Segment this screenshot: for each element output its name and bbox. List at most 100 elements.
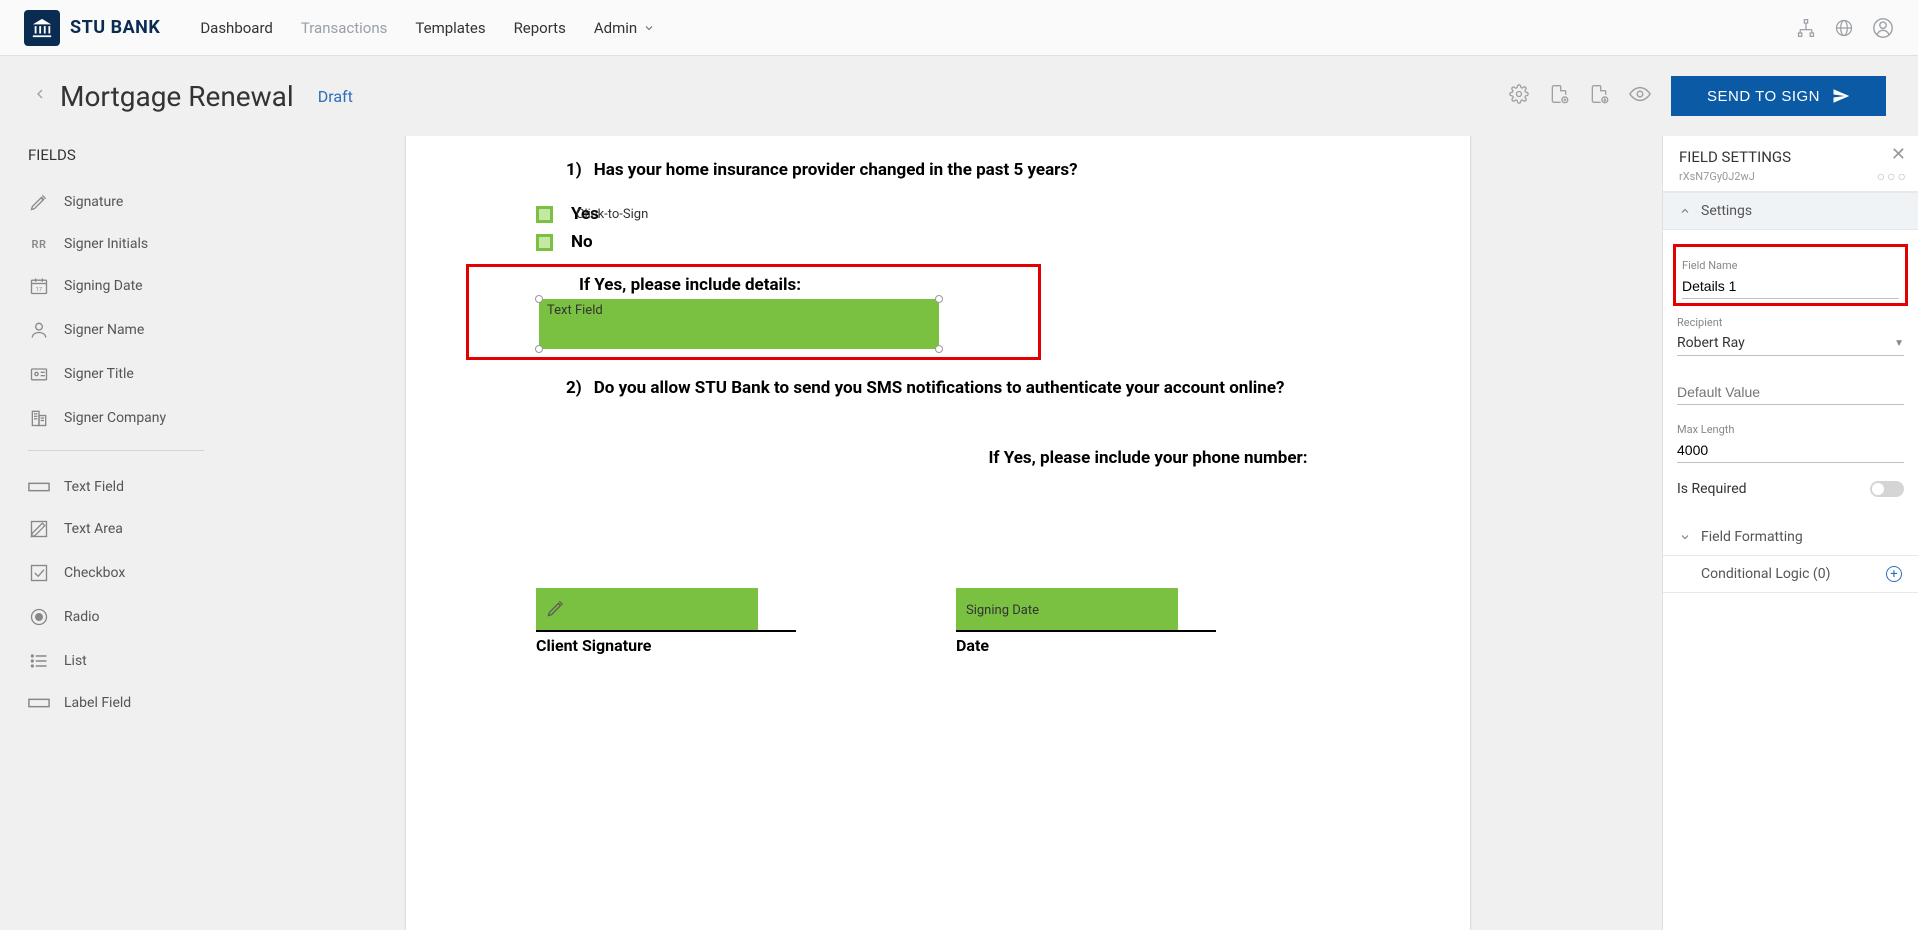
preview-eye-icon[interactable] [1629, 83, 1651, 109]
chevron-down-icon [1679, 531, 1691, 543]
page-title: Mortgage Renewal [60, 80, 294, 113]
resize-handle-tr[interactable] [935, 295, 943, 303]
resize-handle-tl[interactable] [535, 295, 543, 303]
sitemap-icon[interactable] [1796, 18, 1816, 38]
brand-logo [24, 10, 60, 46]
close-icon[interactable]: ✕ [1891, 144, 1906, 165]
recipient-select[interactable]: Robert Ray ▼ [1677, 331, 1904, 356]
max-length-label: Max Length [1677, 423, 1904, 436]
palette-item-text-field[interactable]: Text Field [28, 467, 204, 507]
palette-item-checkbox[interactable]: Checkbox [28, 551, 204, 595]
default-value-input[interactable] [1677, 380, 1904, 405]
checkbox-no[interactable] [536, 234, 553, 251]
palette-item-radio[interactable]: Radio [28, 595, 204, 639]
palette-label: Signing Date [64, 278, 143, 294]
resize-handle-bl[interactable] [535, 345, 543, 353]
sub-header-right: SEND TO SIGN [1509, 76, 1886, 116]
nav-dashboard[interactable]: Dashboard [200, 19, 273, 37]
nav-transactions[interactable]: Transactions [301, 19, 388, 37]
main-layout: FIELDS Signature RR Signer Initials 17 S… [0, 136, 1918, 930]
svg-text:17: 17 [36, 287, 43, 293]
nav-admin[interactable]: Admin [594, 19, 655, 37]
dropdown-caret-icon: ▼ [1894, 338, 1904, 349]
brand-name: STU BANK [70, 17, 160, 38]
add-conditional-logic-button[interactable]: + [1886, 566, 1902, 582]
bank-icon [31, 17, 53, 39]
palette-label: Text Area [64, 521, 123, 537]
palette-item-signing-date[interactable]: 17 Signing Date [28, 264, 204, 308]
palette-item-label-field[interactable]: Label Field [28, 683, 204, 723]
top-nav-right [1796, 17, 1894, 39]
field-formatting-label: Field Formatting [1701, 529, 1803, 545]
send-to-sign-label: SEND TO SIGN [1707, 88, 1820, 105]
person-icon [28, 320, 50, 340]
is-required-toggle[interactable] [1870, 481, 1904, 497]
max-length-input[interactable] [1677, 438, 1904, 463]
text-field-placeholder: Text Field [547, 303, 603, 318]
signing-date-field[interactable]: Signing Date [956, 588, 1178, 632]
palette-item-signer-name[interactable]: Signer Name [28, 308, 204, 352]
date-line [956, 630, 1216, 632]
palette-divider [28, 450, 204, 451]
back-button[interactable] [32, 86, 48, 106]
checkbox-yes[interactable] [536, 206, 553, 223]
palette-label: Radio [64, 609, 100, 625]
palette-item-signer-initials[interactable]: RR Signer Initials [28, 224, 204, 264]
palette-item-signer-title[interactable]: Signer Title [28, 352, 204, 396]
initials-badge-icon: RR [28, 238, 50, 251]
globe-icon[interactable] [1834, 18, 1854, 38]
palette-label: Signer Title [64, 366, 134, 382]
nav-templates[interactable]: Templates [415, 19, 485, 37]
recipient-value: Robert Ray [1677, 335, 1745, 351]
client-signature-label: Client Signature [536, 636, 796, 655]
palette-item-text-area[interactable]: Text Area [28, 507, 204, 551]
signature-line [536, 630, 796, 632]
settings-head-label: Settings [1701, 203, 1752, 219]
field-name-highlight: Field Name [1673, 244, 1908, 306]
field-settings-panel: FIELD SETTINGS rXsN7Gy0J2wJ ✕ ○○○ Settin… [1662, 136, 1918, 930]
palette-item-signature[interactable]: Signature [28, 180, 204, 224]
pen-icon [28, 192, 50, 212]
send-to-sign-button[interactable]: SEND TO SIGN [1671, 76, 1886, 116]
if-yes-phone-label: If Yes, please include your phone number… [886, 448, 1410, 468]
status-badge: Draft [318, 87, 353, 106]
panel-field-id: rXsN7Gy0J2wJ [1679, 170, 1902, 183]
palette-label: Checkbox [64, 565, 125, 581]
nav-tabs: Dashboard Transactions Templates Reports… [200, 19, 655, 37]
q2-text: Do you allow STU Bank to send you SMS no… [594, 378, 1285, 398]
settings-gear-icon[interactable] [1509, 84, 1529, 108]
panel-header: FIELD SETTINGS rXsN7Gy0J2wJ ✕ ○○○ [1663, 136, 1918, 192]
palette-label: Signer Name [64, 322, 144, 338]
palette-label: Signer Initials [64, 236, 148, 252]
resize-handle-br[interactable] [935, 345, 943, 353]
more-icon[interactable]: ○○○ [1877, 168, 1908, 185]
q1-text: Has your home insurance provider changed… [594, 160, 1078, 180]
recipient-label: Recipient [1677, 316, 1904, 329]
text-field-overlay-selected[interactable]: Text Field [539, 299, 939, 349]
nav-reports[interactable]: Reports [514, 19, 566, 37]
building-icon [28, 408, 50, 428]
text-area-icon [28, 519, 50, 539]
checkbox-icon [28, 563, 50, 583]
title-card-icon [28, 364, 50, 384]
palette-label: Signer Company [64, 410, 166, 426]
conditional-logic-row[interactable]: Conditional Logic (0) + [1663, 556, 1918, 593]
chevron-up-icon [1679, 205, 1691, 217]
sub-header: Mortgage Renewal Draft SEND TO SIGN [0, 56, 1918, 136]
field-name-label: Field Name [1682, 259, 1899, 272]
palette-item-list[interactable]: List [28, 639, 204, 683]
click-to-sign-field[interactable]: Click-to-Sign Robert Ray [536, 588, 758, 632]
palette-label: Signature [64, 194, 123, 210]
panel-title: FIELD SETTINGS [1679, 148, 1902, 166]
document-page: 1) Has your home insurance provider chan… [405, 136, 1471, 930]
user-circle-icon[interactable] [1872, 17, 1894, 39]
label-field-icon [28, 696, 50, 710]
doc-download-icon[interactable] [1589, 84, 1609, 108]
doc-add-icon[interactable] [1549, 84, 1569, 108]
document-canvas[interactable]: 1) Has your home insurance provider chan… [214, 136, 1662, 930]
field-name-input[interactable] [1682, 274, 1899, 299]
conditional-logic-label: Conditional Logic (0) [1701, 566, 1830, 582]
field-formatting-accordion[interactable]: Field Formatting [1663, 519, 1918, 556]
palette-item-signer-company[interactable]: Signer Company [28, 396, 204, 440]
settings-accordion-head[interactable]: Settings [1663, 192, 1918, 230]
